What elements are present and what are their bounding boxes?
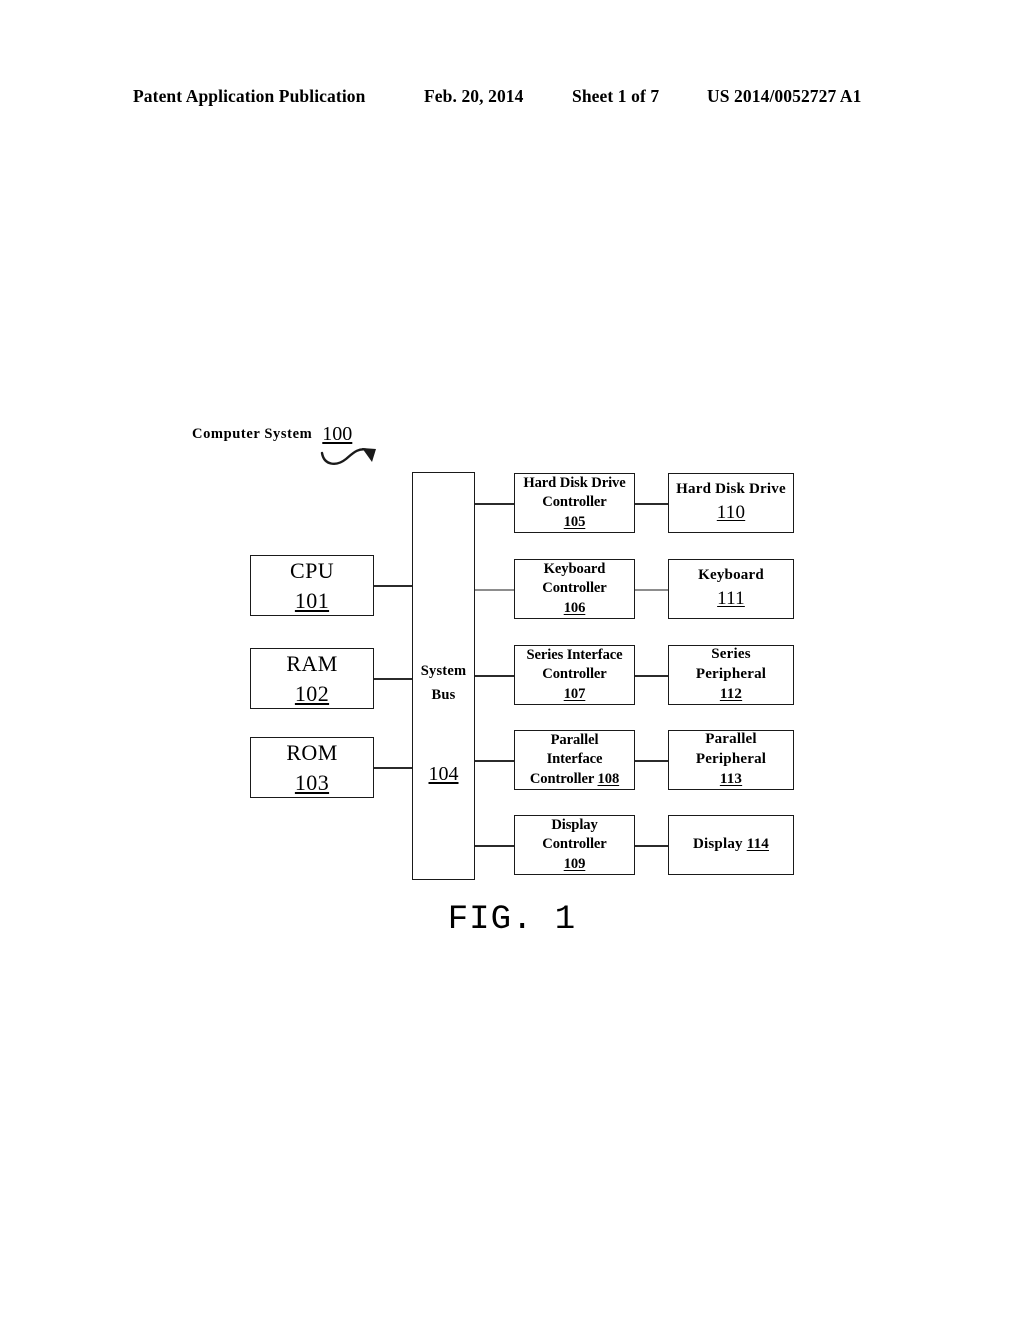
hdd-controller-line2: Controller	[542, 494, 607, 511]
connector-bus-to-parallel-controller	[474, 760, 515, 762]
series-peripheral-number: 112	[719, 685, 743, 702]
block-hard-disk-drive-controller[interactable]: Hard Disk Drive Controller 105	[514, 473, 635, 533]
display-controller-line2: Controller	[542, 836, 607, 853]
lead-line-arrow-icon	[320, 448, 376, 465]
system-bus-number: 104	[428, 763, 459, 785]
block-hard-disk-drive[interactable]: Hard Disk Drive 110	[668, 473, 794, 533]
display-number: 114	[746, 836, 769, 853]
connector-bus-to-series-controller	[474, 675, 515, 677]
display-controller-number: 109	[563, 855, 586, 872]
display-label: Display	[693, 836, 743, 853]
figure-label: FIG. 1	[447, 901, 577, 939]
block-cpu-number: 101	[294, 587, 330, 613]
connector-hdd-controller-to-hdd	[635, 503, 669, 505]
block-series-peripheral[interactable]: Series Peripheral 112	[668, 645, 794, 705]
connector-rom-to-bus	[374, 767, 413, 769]
keyboard-controller-number: 106	[563, 599, 586, 616]
connector-keyboard-controller-to-keyboard	[635, 589, 669, 591]
block-display[interactable]: Display 114	[668, 815, 794, 875]
hdd-controller-number: 105	[563, 513, 586, 530]
block-system-bus[interactable]: System Bus 104	[412, 472, 475, 880]
connector-bus-to-keyboard-controller	[474, 589, 515, 591]
keyboard-controller-line2: Controller	[542, 580, 607, 597]
parallel-controller-line3-text: Controller	[529, 770, 594, 787]
system-bus-label-line2: Bus	[431, 687, 456, 703]
connector-bus-to-hdd-controller	[474, 503, 515, 505]
series-controller-number: 107	[563, 685, 586, 702]
parallel-controller-line1: Parallel	[550, 731, 599, 748]
keyboard-number: 111	[717, 588, 745, 610]
connector-display-controller-to-display	[635, 845, 669, 847]
block-ram[interactable]: RAM 102	[250, 648, 374, 709]
connector-cpu-to-bus	[374, 585, 413, 587]
keyboard-controller-line1: Keyboard	[543, 560, 606, 577]
block-keyboard[interactable]: Keyboard 111	[668, 559, 794, 619]
connector-parallel-controller-to-parallel	[635, 760, 669, 762]
block-ram-number: 102	[294, 680, 330, 706]
connector-ram-to-bus	[374, 678, 413, 680]
system-bus-label-line1: System	[420, 663, 467, 679]
block-rom-label: ROM	[286, 740, 338, 766]
parallel-peripheral-line2: Peripheral	[695, 751, 767, 768]
display-controller-line1: Display	[551, 816, 598, 833]
hdd-controller-line1: Hard Disk Drive	[523, 474, 626, 491]
connector-series-controller-to-series	[635, 675, 669, 677]
figure-1-diagram: Computer System 100 CPU 101 RAM 102 ROM 1…	[0, 0, 1024, 1320]
block-parallel-interface-controller[interactable]: Parallel Interface Controller 108	[514, 730, 635, 790]
computer-system-label: Computer System	[192, 426, 313, 442]
display-label-line: Display 114	[693, 835, 769, 855]
block-cpu[interactable]: CPU 101	[250, 555, 374, 616]
block-series-interface-controller[interactable]: Series Interface Controller 107	[514, 645, 635, 705]
series-peripheral-line1: Series	[711, 646, 751, 663]
parallel-controller-line2: Interface	[546, 751, 603, 768]
series-controller-line2: Controller	[542, 666, 607, 683]
parallel-peripheral-line1: Parallel	[705, 731, 757, 748]
parallel-peripheral-number: 113	[719, 770, 743, 787]
block-keyboard-controller[interactable]: Keyboard Controller 106	[514, 559, 635, 619]
hard-disk-drive-number: 110	[716, 502, 746, 524]
block-cpu-label: CPU	[290, 558, 334, 584]
block-parallel-peripheral[interactable]: Parallel Peripheral 113	[668, 730, 794, 790]
hard-disk-drive-label: Hard Disk Drive	[676, 481, 786, 498]
block-rom-number: 103	[294, 769, 330, 795]
parallel-controller-line3: Controller 108	[530, 770, 619, 789]
keyboard-label: Keyboard	[698, 567, 764, 584]
block-rom[interactable]: ROM 103	[250, 737, 374, 798]
parallel-controller-number: 108	[597, 770, 620, 787]
series-peripheral-line2: Peripheral	[695, 666, 767, 683]
block-ram-label: RAM	[286, 651, 338, 677]
block-display-controller[interactable]: Display Controller 109	[514, 815, 635, 875]
series-controller-line1: Series Interface	[526, 646, 623, 663]
connector-bus-to-display-controller	[474, 845, 515, 847]
